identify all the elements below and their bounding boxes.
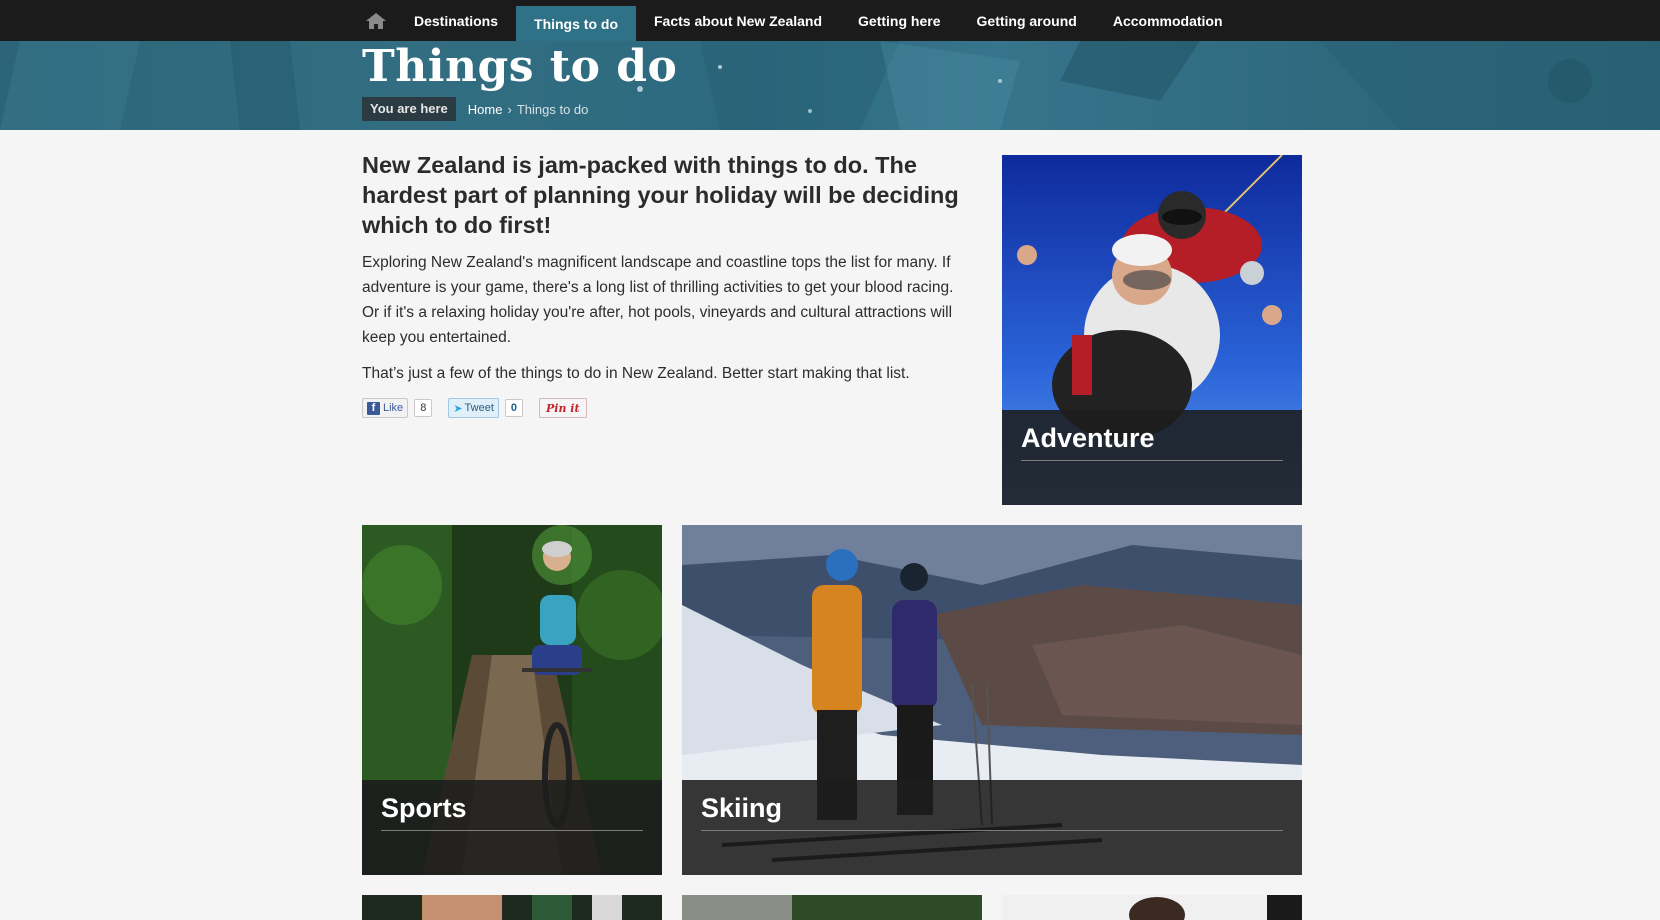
tweet-button[interactable]: ➤ Tweet xyxy=(448,398,499,418)
facebook-like-button[interactable]: f Like xyxy=(362,398,409,418)
sports-card[interactable]: Sports xyxy=(362,525,662,875)
nav-item-destinations[interactable]: Destinations xyxy=(396,0,516,41)
tweet-label: Tweet xyxy=(464,402,494,414)
nav-item-getting-around[interactable]: Getting around xyxy=(959,0,1095,41)
breadcrumb: You are here Home › Things to do xyxy=(362,97,588,121)
intro-heading: New Zealand is jam-packed with things to… xyxy=(362,152,959,238)
nature-image xyxy=(682,895,982,920)
card-caption: Sports xyxy=(362,780,662,875)
intro-section: New Zealand is jam-packed with things to… xyxy=(362,150,972,418)
intro-paragraph-2: That’s just a few of the things to do in… xyxy=(362,365,910,382)
like-count: 8 xyxy=(414,399,433,417)
breadcrumb-label: You are here xyxy=(362,97,456,121)
card-title: Skiing xyxy=(701,792,1283,831)
hero-banner: Things to do You are here Home › Things … xyxy=(0,41,1660,130)
culture-image xyxy=(362,895,662,920)
facebook-icon: f xyxy=(367,401,380,415)
page-title: Things to do xyxy=(362,41,678,92)
nav-item-things-to-do[interactable]: Things to do xyxy=(516,6,636,41)
breadcrumb-separator: › xyxy=(507,101,512,117)
hero-background-image xyxy=(0,41,1660,130)
pinterest-button[interactable]: Pin it xyxy=(539,398,587,418)
nav-menu: Destinations Things to do Facts about Ne… xyxy=(356,0,1241,41)
people-image xyxy=(1002,895,1302,920)
nav-item-facts[interactable]: Facts about New Zealand xyxy=(636,0,840,41)
nav-item-getting-here[interactable]: Getting here xyxy=(840,0,958,41)
home-icon xyxy=(366,12,386,29)
facebook-like-label: Like xyxy=(383,402,404,414)
twitter-bird-icon: ➤ xyxy=(453,402,463,415)
partial-card-people[interactable] xyxy=(1002,895,1302,920)
card-caption: Skiing xyxy=(682,780,1302,875)
partial-card-nature[interactable] xyxy=(682,895,982,920)
top-navigation: Destinations Things to do Facts about Ne… xyxy=(0,0,1660,41)
breadcrumb-home-link[interactable]: Home xyxy=(468,102,503,117)
tweet-count: 0 xyxy=(504,399,524,417)
nav-home-link[interactable] xyxy=(356,0,396,41)
social-share-bar: f Like 8 ➤ Tweet 0 Pin it xyxy=(362,398,972,418)
card-title: Adventure xyxy=(1021,422,1283,461)
card-caption: Adventure xyxy=(1002,410,1302,505)
intro-paragraph: Exploring New Zealand's magnificent land… xyxy=(362,254,954,346)
partial-card-culture[interactable] xyxy=(362,895,662,920)
nav-item-accommodation[interactable]: Accommodation xyxy=(1095,0,1241,41)
skiing-card[interactable]: Skiing xyxy=(682,525,1302,875)
breadcrumb-current: Things to do xyxy=(516,101,589,117)
adventure-card[interactable]: Adventure xyxy=(1002,155,1302,505)
card-title: Sports xyxy=(381,792,643,831)
